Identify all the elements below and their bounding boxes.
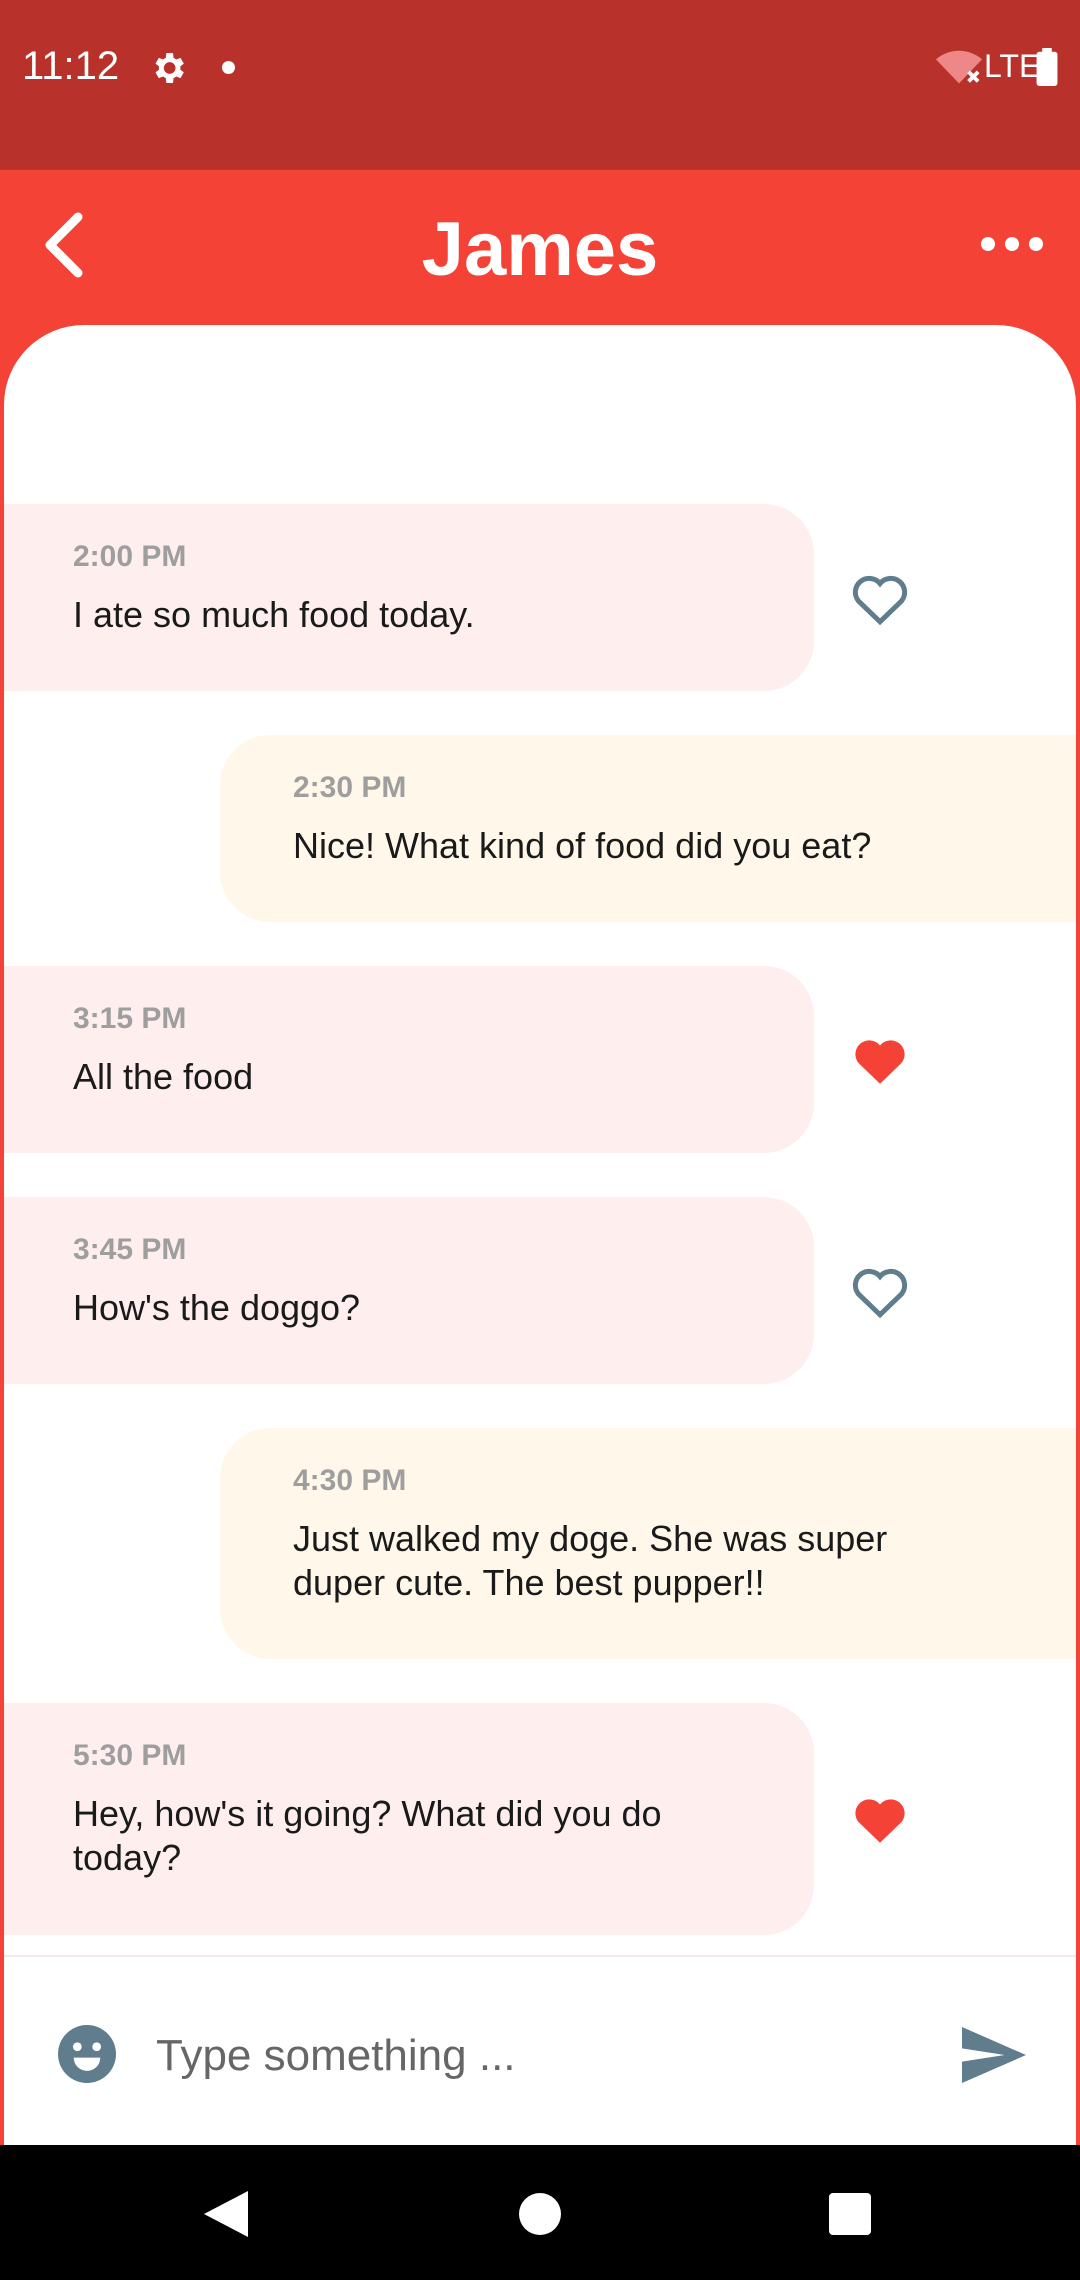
message-list[interactable]: 2:00 PM I ate so much food today. 2:30 P…: [4, 325, 1076, 1955]
heart-outline-icon[interactable]: [850, 1263, 910, 1319]
message-text: All the food: [73, 1056, 254, 1097]
message-bubble-outgoing: 4:30 PM Just walked my doge. She was sup…: [220, 1428, 1076, 1659]
message-input[interactable]: [154, 2015, 918, 2097]
message-text: Nice! What kind of food did you eat?: [293, 825, 872, 866]
nav-recents-icon[interactable]: [829, 2193, 871, 2235]
gear-icon: [155, 53, 184, 83]
notification-dot-icon: [222, 61, 235, 74]
message-text: Hey, how's it going? What did you do tod…: [73, 1793, 662, 1878]
emoji-smile-icon[interactable]: [58, 2025, 116, 2083]
send-icon[interactable]: [962, 2027, 1026, 2083]
network-type: LTE: [984, 48, 1041, 84]
message-text: I ate so much food today.: [73, 594, 475, 635]
battery-icon: [1036, 48, 1058, 86]
message-bubble-outgoing: 2:30 PM Nice! What kind of food did you …: [220, 735, 1076, 922]
nav-home-icon[interactable]: [519, 2193, 561, 2235]
nav-back-icon[interactable]: [204, 2191, 248, 2237]
message-time: 2:00 PM: [73, 540, 187, 573]
message-bubble-incoming: 2:00 PM I ate so much food today.: [4, 504, 814, 691]
message-time: 4:30 PM: [293, 1464, 407, 1497]
message-bubble-incoming: 3:45 PM How's the doggo?: [4, 1197, 814, 1384]
message-text: How's the doggo?: [73, 1287, 361, 1328]
message-time: 3:15 PM: [73, 1002, 187, 1035]
wifi-off-icon: [936, 50, 982, 84]
heart-filled-icon[interactable]: [850, 1032, 910, 1088]
message-time: 2:30 PM: [293, 771, 407, 804]
system-nav-bar: [0, 2145, 1080, 2280]
status-time: 11:12: [22, 44, 120, 88]
page-title: James: [421, 207, 659, 292]
heart-filled-icon[interactable]: [850, 1791, 910, 1847]
message-text: Just walked my doge. She was super duper…: [293, 1518, 888, 1603]
message-bubble-incoming: 3:15 PM All the food: [4, 966, 814, 1153]
message-composer: [4, 1955, 1076, 2147]
app-bar: James: [0, 170, 1080, 325]
message-time: 3:45 PM: [73, 1233, 187, 1266]
message-time: 5:30 PM: [73, 1739, 187, 1772]
message-bubble-incoming: 5:30 PM Hey, how's it going? What did yo…: [4, 1703, 814, 1935]
heart-outline-icon[interactable]: [850, 570, 910, 626]
status-bar: 11:12 LTE: [0, 0, 1080, 170]
more-horizontal-icon[interactable]: [980, 228, 1044, 260]
